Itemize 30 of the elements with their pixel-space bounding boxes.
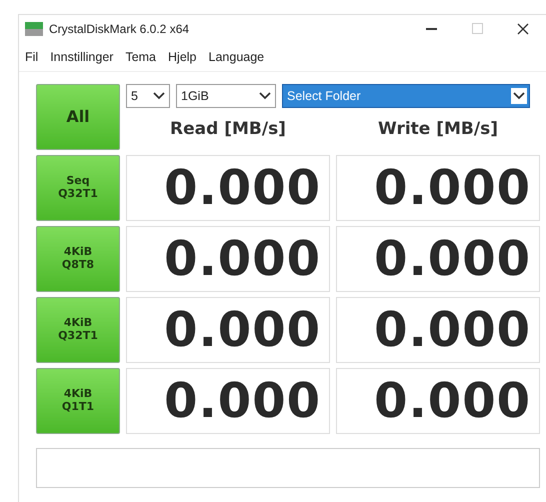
write-value: 0.000 bbox=[336, 368, 540, 434]
window-title: CrystalDiskMark 6.0.2 x64 bbox=[49, 22, 190, 36]
size-select[interactable]: 1GiB bbox=[176, 84, 276, 108]
menu-item[interactable]: Fil bbox=[25, 50, 38, 64]
folder-select[interactable]: Select Folder bbox=[282, 84, 530, 108]
write-value: 0.000 bbox=[336, 155, 540, 221]
read-value: 0.000 bbox=[126, 226, 330, 292]
test-button[interactable]: Seq Q32T1 bbox=[36, 155, 120, 221]
close-icon bbox=[517, 22, 529, 34]
read-value: 0.000 bbox=[126, 368, 330, 434]
minimize-icon bbox=[426, 28, 436, 30]
menu-item[interactable]: Language bbox=[208, 50, 264, 64]
test-button[interactable]: 4KiB Q1T1 bbox=[36, 368, 120, 434]
test-button[interactable]: 4KiB Q8T8 bbox=[36, 226, 120, 292]
menu-item[interactable]: Tema bbox=[125, 50, 156, 64]
test-button[interactable]: 4KiB Q32T1 bbox=[36, 297, 120, 363]
write-value: 0.000 bbox=[336, 226, 540, 292]
status-field[interactable] bbox=[36, 448, 540, 488]
run-all-button[interactable]: All bbox=[36, 84, 120, 150]
write-value: 0.000 bbox=[336, 297, 540, 363]
read-value: 0.000 bbox=[126, 297, 330, 363]
disk-app-icon bbox=[25, 22, 43, 36]
maximize-icon bbox=[472, 23, 482, 34]
column-header: Write [MB/s] bbox=[378, 119, 498, 139]
column-header: Read [MB/s] bbox=[170, 119, 286, 139]
count-select[interactable]: 5 bbox=[126, 84, 170, 108]
menu-item[interactable]: Innstillinger bbox=[50, 50, 114, 64]
read-value: 0.000 bbox=[126, 155, 330, 221]
chevron-down-icon bbox=[511, 88, 527, 104]
menu-item[interactable]: Hjelp bbox=[168, 50, 197, 64]
